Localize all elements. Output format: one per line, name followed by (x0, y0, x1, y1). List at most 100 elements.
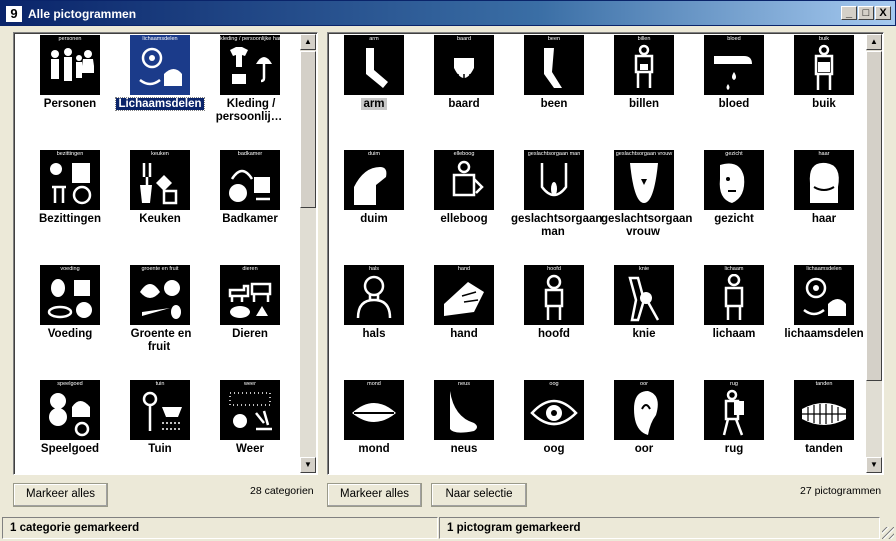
pictogram-tile-caption: geslachtsorgaan man (527, 151, 581, 157)
app-icon: 9 (6, 6, 22, 22)
pictogram-item[interactable]: arm arm (329, 33, 419, 148)
pictogram-item[interactable]: duim duim (329, 148, 419, 263)
category-item[interactable]: weer Weer (205, 378, 295, 474)
status-categories: 1 categorie gemarkeerd (2, 517, 438, 539)
category-tile[interactable]: personen (40, 35, 100, 95)
scroll-up-arrow-icon[interactable]: ▲ (866, 34, 882, 50)
pictogram-item[interactable]: gezicht gezicht (689, 148, 779, 263)
pictogram-tile[interactable]: knie (614, 265, 674, 325)
category-label: Bezittingen (39, 213, 101, 225)
category-tile[interactable]: bezittingen (40, 150, 100, 210)
pictogram-item[interactable]: elleboog elleboog (419, 148, 509, 263)
pictogram-item[interactable]: tanden tanden (779, 378, 869, 474)
pictogram-item[interactable]: buik buik (779, 33, 869, 148)
category-item[interactable]: tuin Tuin (115, 378, 205, 474)
pictogram-panel[interactable]: arm arm baard baard been been billen billen bloe… (327, 32, 884, 475)
pictogram-tile[interactable]: geslachtsorgaan man (524, 150, 584, 210)
mark-all-categories-button[interactable]: Markeer alles (13, 483, 108, 507)
category-tile[interactable]: kleding / persoonlijke handtas (220, 35, 280, 95)
category-tile[interactable]: voeding (40, 265, 100, 325)
pictogram-tile-caption: oor (640, 381, 648, 387)
pictogram-item[interactable]: rug rug (689, 378, 779, 474)
category-item[interactable]: voeding Voeding (25, 263, 115, 378)
pictogram-item[interactable]: been been (509, 33, 599, 148)
pictogram-tile[interactable]: geslachtsorgaan vrouw (614, 150, 674, 210)
pictogram-scrollbar[interactable]: ▲ ▼ (866, 34, 882, 473)
category-scroll-thumb[interactable] (300, 51, 316, 208)
pictogram-tile[interactable]: lichaamsdelen (794, 265, 854, 325)
pictogram-item[interactable]: billen billen (599, 33, 689, 148)
pictogram-item[interactable]: lichaam lichaam (689, 263, 779, 378)
category-item[interactable]: speelgoed Speelgoed (25, 378, 115, 474)
pictogram-label: rug (724, 443, 744, 455)
pictogram-item[interactable]: baard baard (419, 33, 509, 148)
pictogram-item[interactable]: knie knie (599, 263, 689, 378)
pictogram-tile[interactable]: gezicht (704, 150, 764, 210)
pictogram-tile[interactable]: rug (704, 380, 764, 440)
category-scrollbar[interactable]: ▲ ▼ (300, 34, 316, 473)
mark-all-pictograms-button[interactable]: Markeer alles (327, 483, 422, 507)
category-tile[interactable]: keuken (130, 150, 190, 210)
pictogram-item[interactable]: oor oor (599, 378, 689, 474)
pictogram-item[interactable]: geslachtsorgaan man geslachtsorgaan man (509, 148, 602, 263)
pictogram-item[interactable]: lichaamsdelen lichaamsdelen (779, 263, 869, 378)
maximize-button[interactable]: □ (858, 6, 874, 20)
category-item[interactable]: dieren Dieren (205, 263, 295, 378)
pictogram-item[interactable]: mond mond (329, 378, 419, 474)
category-tile[interactable]: badkamer (220, 150, 280, 210)
scroll-up-arrow-icon[interactable]: ▲ (300, 34, 316, 50)
pictogram-tile[interactable]: billen (614, 35, 674, 95)
category-item[interactable]: personen Personen (25, 33, 115, 148)
category-tile[interactable]: weer (220, 380, 280, 440)
pictogram-tile[interactable]: mond (344, 380, 404, 440)
to-selection-button[interactable]: Naar selectie (431, 483, 527, 507)
pictogram-tile[interactable]: elleboog (434, 150, 494, 210)
pictogram-tile[interactable]: baard (434, 35, 494, 95)
pictogram-tile-caption: hoofd (547, 266, 561, 272)
resize-grip-icon[interactable] (882, 527, 894, 539)
pictogram-tile[interactable]: tanden (794, 380, 854, 440)
pictogram-tile[interactable]: lichaam (704, 265, 764, 325)
category-item[interactable]: lichaamsdelen Lichaamsdelen (115, 33, 205, 148)
pictogram-tile[interactable]: bloed (704, 35, 764, 95)
pictogram-tile[interactable]: hoofd (524, 265, 584, 325)
pictogram-tile[interactable]: duim (344, 150, 404, 210)
category-item[interactable]: badkamer Badkamer (205, 148, 295, 263)
pictogram-scroll-thumb[interactable] (866, 51, 882, 381)
pictogram-item[interactable]: geslachtsorgaan vrouw geslachtsorgaan vro… (599, 148, 692, 263)
pictogram-tile-caption: hand (457, 266, 471, 272)
category-tile[interactable]: tuin (130, 380, 190, 440)
category-item[interactable]: kleding / persoonlijke handtas Kleding / … (205, 33, 295, 148)
pictogram-item[interactable]: hoofd hoofd (509, 263, 599, 378)
category-item[interactable]: groente en fruit Groente en fruit (115, 263, 205, 378)
pictogram-item[interactable]: hand hand (419, 263, 509, 378)
category-item[interactable]: bezittingen Bezittingen (25, 148, 115, 263)
pictogram-item[interactable]: oog oog (509, 378, 599, 474)
scroll-down-arrow-icon[interactable]: ▼ (300, 457, 316, 473)
pictogram-tile[interactable]: hals (344, 265, 404, 325)
pictogram-tile[interactable]: oog (524, 380, 584, 440)
category-label: Dieren (232, 328, 268, 340)
pictogram-item[interactable]: neus neus (419, 378, 509, 474)
pictogram-tile[interactable]: haar (794, 150, 854, 210)
pictogram-tile[interactable]: neus (434, 380, 494, 440)
category-tile[interactable]: groente en fruit (130, 265, 190, 325)
category-label: Tuin (148, 443, 172, 455)
pictogram-item[interactable]: hals hals (329, 263, 419, 378)
scroll-down-arrow-icon[interactable]: ▼ (866, 457, 882, 473)
pictogram-tile[interactable]: oor (614, 380, 674, 440)
close-button[interactable]: X (875, 6, 891, 20)
pictogram-tile[interactable]: buik (794, 35, 854, 95)
pictogram-tile[interactable]: hand (434, 265, 494, 325)
title-bar: 9 Alle pictogrammen _ □ X (0, 0, 896, 26)
category-tile[interactable]: dieren (220, 265, 280, 325)
pictogram-item[interactable]: bloed bloed (689, 33, 779, 148)
pictogram-tile[interactable]: arm (344, 35, 404, 95)
category-item[interactable]: keuken Keuken (115, 148, 205, 263)
pictogram-tile[interactable]: been (524, 35, 584, 95)
category-tile[interactable]: speelgoed (40, 380, 100, 440)
category-panel[interactable]: personen Personen lichaamsdelen Lichaamsdel… (13, 32, 318, 475)
pictogram-item[interactable]: haar haar (779, 148, 869, 263)
minimize-button[interactable]: _ (841, 6, 857, 20)
category-tile[interactable]: lichaamsdelen (130, 35, 190, 95)
